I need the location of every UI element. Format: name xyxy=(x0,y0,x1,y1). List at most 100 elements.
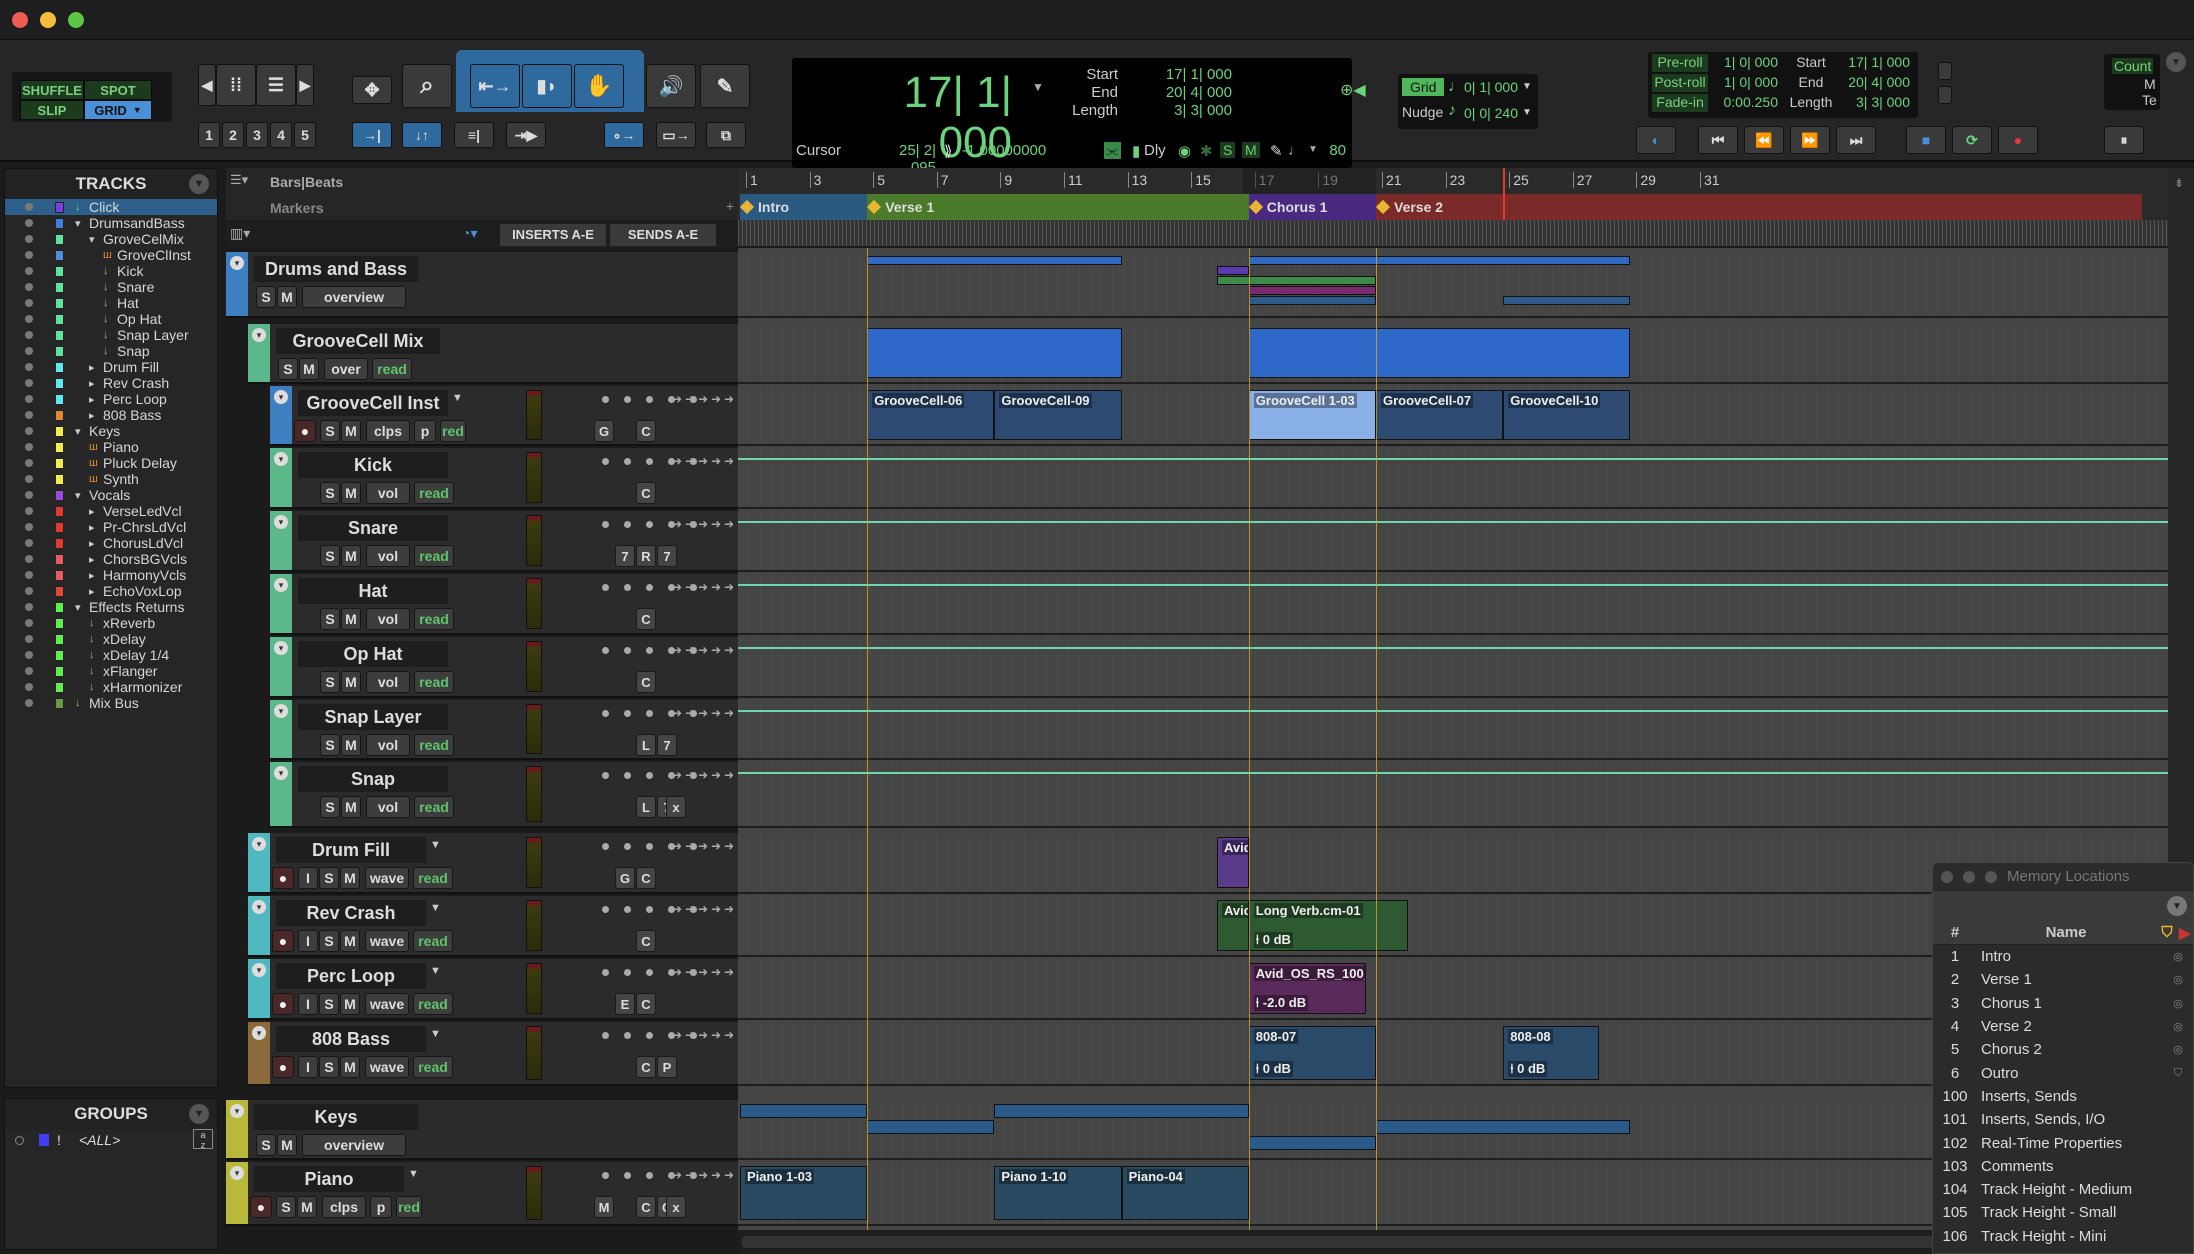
send-slot-arrow-icon[interactable]: ➜ xyxy=(672,965,682,979)
track-options-icon[interactable]: ▼ xyxy=(430,1028,441,1040)
grid-dropdown-icon[interactable]: ▼ xyxy=(1522,81,1532,92)
track-name[interactable]: Op Hat xyxy=(298,641,448,667)
memory-location-row[interactable]: 4 Verse 2 ◎ xyxy=(1933,1015,2193,1038)
collapse-track-icon[interactable]: ▾ xyxy=(274,704,288,718)
online-button[interactable]: ◐ xyxy=(1636,126,1676,154)
collapse-track-icon[interactable]: ▾ xyxy=(274,515,288,529)
view-selector[interactable]: wave xyxy=(365,993,409,1015)
playlist-button[interactable]: p xyxy=(414,420,436,442)
track-show-toggle[interactable] xyxy=(25,475,33,483)
send-slot-arrow-icon[interactable]: ➜ xyxy=(711,839,721,853)
send-slot-arrow-icon[interactable]: ➜ xyxy=(698,454,708,468)
automation-mode[interactable]: read xyxy=(414,796,454,818)
collapse-track-icon[interactable]: ▾ xyxy=(230,1104,244,1118)
link-track-selection-button[interactable]: ▭→ xyxy=(656,122,696,148)
insert-slot-2[interactable] xyxy=(624,647,631,654)
send-slot-arrow-icon[interactable]: ➜ xyxy=(685,706,695,720)
send-slot-arrow-icon[interactable]: ➜ xyxy=(685,768,695,782)
insert-slot-3[interactable] xyxy=(646,969,653,976)
insert-plugin-E[interactable]: E xyxy=(615,993,635,1015)
clip[interactable] xyxy=(994,1104,1249,1118)
track-list-item[interactable]: ↓ Mix Bus xyxy=(5,695,217,711)
send-slot-arrow-icon[interactable]: ➜ xyxy=(698,1028,708,1042)
track-list-item[interactable]: ш Synth xyxy=(5,471,217,487)
insert-slot-2[interactable] xyxy=(624,1032,631,1039)
zoom-preset-1[interactable]: 1 xyxy=(198,122,220,148)
track-show-toggle[interactable] xyxy=(25,539,33,547)
track-name[interactable]: GrooveCell Mix xyxy=(276,328,440,354)
view-selector[interactable]: wave xyxy=(365,1056,409,1078)
transport-end-value[interactable]: 20| 4| 000 xyxy=(1838,74,1910,90)
solo-button[interactable]: S xyxy=(320,671,340,693)
insert-plugin-C[interactable]: C xyxy=(636,867,656,889)
loop-play-button[interactable]: ⟳ xyxy=(1952,126,1992,154)
automation-mode[interactable]: read xyxy=(372,358,412,380)
track-list-item[interactable]: ↓ Hat xyxy=(5,295,217,311)
track-list-item[interactable]: ↓ xFlanger xyxy=(5,663,217,679)
view-selector[interactable]: vol xyxy=(366,796,410,818)
view-selector[interactable]: wave xyxy=(365,930,409,952)
midi-clip[interactable]: GrooveCell-06 xyxy=(867,390,995,440)
record-button[interactable]: ● xyxy=(1998,126,2038,154)
send-slot-arrow-icon[interactable]: ➜ xyxy=(685,580,695,594)
memory-location-row[interactable]: 2 Verse 1 ◎ xyxy=(1933,968,2193,991)
solo-button[interactable]: S xyxy=(319,1056,339,1078)
clip[interactable] xyxy=(1217,276,1376,285)
track-list-item[interactable]: ш Piano xyxy=(5,439,217,455)
return-to-zero-button[interactable]: ⏮ xyxy=(1698,126,1738,154)
mute-button[interactable]: M xyxy=(340,993,360,1015)
memory-location-row[interactable]: 102 Real-Time Properties xyxy=(1933,1131,2193,1154)
insert-slot-2[interactable] xyxy=(624,710,631,717)
zoom-preset-4[interactable]: 4 xyxy=(270,122,292,148)
send-slot-arrow-icon[interactable]: ➜ xyxy=(672,454,682,468)
send-slot-arrow-icon[interactable]: ➜ xyxy=(724,839,734,853)
grid-label[interactable]: Grid xyxy=(1402,78,1445,96)
audio-clip[interactable]: Long Verb.cm-01 ⍿ 0 dB xyxy=(1248,900,1408,951)
add-marker-icon[interactable]: + xyxy=(726,198,734,214)
track-show-toggle[interactable] xyxy=(25,507,33,515)
send-slot-arrow-icon[interactable]: ➜ xyxy=(711,580,721,594)
send-slot-arrow-icon[interactable]: ➜ xyxy=(711,902,721,916)
insert-slot-2[interactable] xyxy=(624,906,631,913)
send-slot-arrow-icon[interactable]: ➜ xyxy=(698,839,708,853)
track-name[interactable]: Rev Crash xyxy=(276,900,426,926)
mute-button[interactable]: M xyxy=(340,930,360,952)
track-header[interactable]: ▾ Drums and Bass S Moverview xyxy=(226,252,738,318)
automation-mode[interactable]: read xyxy=(413,1056,453,1078)
zoom-out-button[interactable]: ◀ xyxy=(198,64,216,106)
insert-slot-1[interactable] xyxy=(602,906,609,913)
insert-plugin-C[interactable]: C xyxy=(636,1196,656,1218)
view-selector[interactable]: vol xyxy=(366,671,410,693)
solo-button[interactable]: S xyxy=(320,734,340,756)
trim-tool-icon[interactable]: ⇤→ xyxy=(470,64,520,108)
clip[interactable] xyxy=(867,256,1122,265)
wait-for-note-icon[interactable]: ▮ xyxy=(1132,142,1140,160)
insert-plugin-7[interactable]: 7 xyxy=(657,545,677,567)
send-slot-arrow-icon[interactable]: ➜ xyxy=(724,768,734,782)
groups-panel-menu-icon[interactable]: ▼ xyxy=(189,1104,209,1124)
grabber-tool-icon[interactable]: ✋ xyxy=(574,64,624,108)
zoom-preset-3[interactable]: 3 xyxy=(246,122,268,148)
playlist-button[interactable]: p xyxy=(370,1196,392,1218)
col-name-header[interactable]: Name xyxy=(1977,924,2155,941)
automation-mode[interactable]: red xyxy=(440,420,466,442)
solo-button[interactable]: S xyxy=(320,420,340,442)
inserts-column-header[interactable]: INSERTS A-E xyxy=(500,224,606,246)
track-header[interactable]: ▾ Snare S Mvol read ➜ ➜ ➜ ➜ ➜ 7 R 7 xyxy=(270,511,738,572)
track-show-toggle[interactable] xyxy=(25,571,33,579)
collapse-track-icon[interactable]: ▾ xyxy=(274,452,288,466)
solo-button[interactable]: S xyxy=(320,608,340,630)
insert-plugin-C[interactable]: C xyxy=(636,671,656,693)
column-view-icon[interactable]: ▥▾ xyxy=(230,225,250,242)
track-name[interactable]: Drums and Bass xyxy=(254,256,418,282)
send-slot-arrow-icon[interactable]: ➜ xyxy=(698,706,708,720)
clip[interactable] xyxy=(1248,328,1631,378)
send-slot-arrow-icon[interactable]: ➜ xyxy=(685,454,695,468)
input-monitor-button[interactable]: I xyxy=(298,930,318,952)
insert-slot-2[interactable] xyxy=(624,458,631,465)
track-show-toggle[interactable] xyxy=(25,219,33,227)
toolbar-menu-icon[interactable]: ▼ xyxy=(2166,52,2186,72)
send-slot-arrow-icon[interactable]: ➜ xyxy=(724,1028,734,1042)
track-show-toggle[interactable] xyxy=(25,443,33,451)
memory-location-row[interactable]: 5 Chorus 2 ◎ xyxy=(1933,1038,2193,1061)
